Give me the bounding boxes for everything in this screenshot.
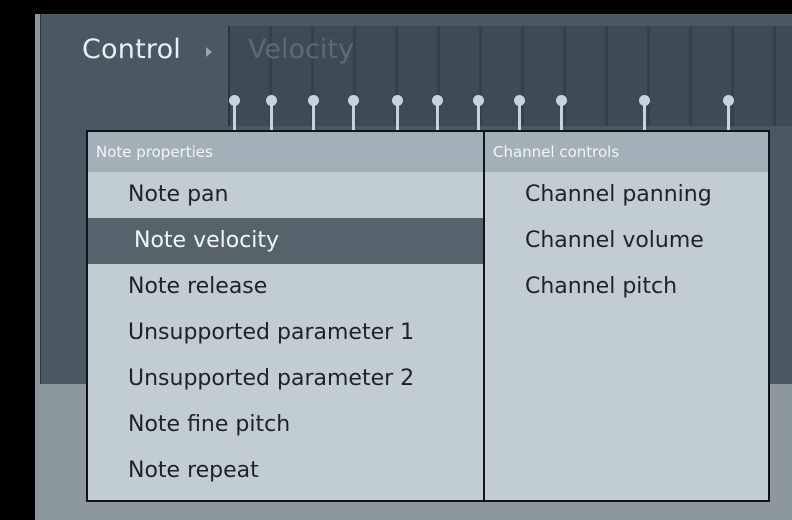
velocity-handle[interactable]: [308, 95, 319, 135]
control-target-button[interactable]: Control: [82, 34, 181, 65]
velocity-handle[interactable]: [266, 95, 277, 135]
menu-item-note-pan[interactable]: Note pan: [88, 172, 483, 218]
menu-item-unsupported-parameter-2[interactable]: Unsupported parameter 2: [88, 356, 483, 402]
menu-item-note-fine-pitch[interactable]: Note fine pitch: [88, 402, 483, 448]
section-header-channel-controls: Channel controls: [485, 132, 768, 172]
chevron-right-icon: [206, 47, 212, 57]
section-header-note-properties: Note properties: [88, 132, 483, 172]
velocity-handle[interactable]: [229, 95, 240, 135]
menu-item-channel-pitch[interactable]: Channel pitch: [485, 264, 768, 310]
menu-item-channel-panning[interactable]: Channel panning: [485, 172, 768, 218]
menu-item-note-repeat[interactable]: Note repeat: [88, 448, 483, 494]
control-target-menu: Note properties Note pan Note velocity N…: [86, 130, 770, 502]
menu-item-channel-volume[interactable]: Channel volume: [485, 218, 768, 264]
velocity-handle[interactable]: [392, 95, 403, 135]
channel-controls-column: Channel controls Channel panning Channel…: [483, 132, 768, 500]
menu-item-note-release[interactable]: Note release: [88, 264, 483, 310]
note-properties-column: Note properties Note pan Note velocity N…: [88, 132, 483, 500]
velocity-handle[interactable]: [723, 95, 734, 135]
velocity-handle[interactable]: [432, 95, 443, 135]
velocity-handle[interactable]: [473, 95, 484, 135]
menu-item-note-velocity[interactable]: Note velocity: [88, 218, 483, 264]
menu-item-unsupported-parameter-1[interactable]: Unsupported parameter 1: [88, 310, 483, 356]
velocity-handle[interactable]: [556, 95, 567, 135]
velocity-lane-label: Velocity: [248, 34, 354, 65]
velocity-handle[interactable]: [348, 95, 359, 135]
velocity-handle[interactable]: [514, 95, 525, 135]
velocity-handle[interactable]: [639, 95, 650, 135]
